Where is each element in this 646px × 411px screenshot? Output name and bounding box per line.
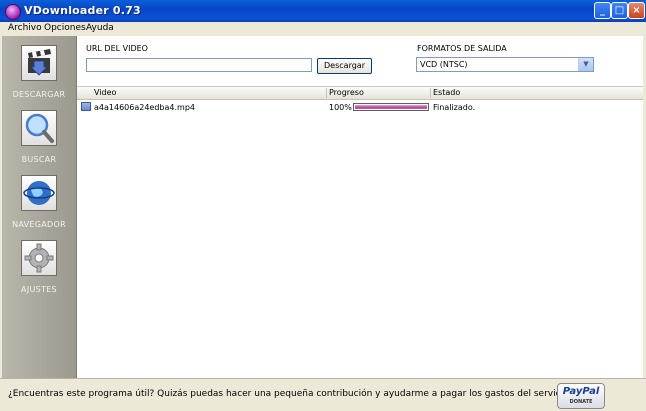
sidebar-item-buscar[interactable]: BUSCAR [2,103,76,167]
menu-bar: Archivo Opciones Ayuda [0,22,646,36]
progress-bar [353,103,429,111]
window-title: VDownloader 0.73 [24,4,141,17]
formats-label: FORMATOS DE SALIDA [417,44,507,53]
sidebar-item-navegador[interactable]: NAVEGADOR [2,168,76,232]
paypal-donate-label: DONATE [569,399,593,405]
column-header-progreso[interactable]: Progreso [329,88,364,97]
menu-archivo[interactable]: Archivo [8,23,42,33]
close-button[interactable]: × [628,2,645,19]
menu-opciones[interactable]: Opciones [44,23,86,33]
progress-percent: 100% [329,103,352,112]
chevron-down-icon[interactable]: ▼ [578,58,593,71]
column-header-estado[interactable]: Estado [433,88,460,97]
table-row[interactable]: a4a14606a24edba4.mp4 100% Finalizado. [77,100,643,114]
minimize-button[interactable]: _ [594,2,611,19]
title-bar[interactable]: VDownloader 0.73 _ □ × [0,0,646,22]
url-input[interactable] [86,58,312,72]
app-logo-icon [5,4,21,20]
video-filename: a4a14606a24edba4.mp4 [94,103,195,112]
sidebar-item-descargar[interactable]: DESCARGAR [2,38,76,102]
main-panel: URL DEL VIDEO Descargar FORMATOS DE SALI… [77,36,643,378]
maximize-button[interactable]: □ [611,2,628,19]
donation-message: ¿Encuentras este programa útil? Quizás p… [8,389,584,399]
progress-fill [355,105,427,109]
clapperboard-download-icon [21,45,57,81]
gear-icon [21,240,57,276]
downloads-table: Video Progreso Estado a4a14606a24edba4.m… [77,86,643,379]
status-text: Finalizado. [433,103,476,112]
sidebar: DESCARGAR BUSCAR NAVEGADOR AJUSTES [2,36,77,378]
status-bar: ¿Encuentras este programa útil? Quizás p… [0,378,646,411]
column-separator[interactable] [430,88,431,98]
sidebar-item-label: AJUSTES [21,285,57,294]
sidebar-item-label: BUSCAR [21,155,57,164]
app-window: VDownloader 0.73 _ □ × Archivo Opciones … [0,0,646,411]
column-separator[interactable] [326,88,327,98]
menu-ayuda[interactable]: Ayuda [86,23,114,33]
output-format-value: VCD (NTSC) [420,60,468,69]
url-label: URL DEL VIDEO [86,44,148,53]
globe-icon [21,175,57,211]
download-button[interactable]: Descargar [317,58,372,74]
paypal-logo: PayPal [562,386,600,397]
sidebar-item-ajustes[interactable]: AJUSTES [2,233,76,297]
video-file-icon [81,102,91,111]
magnifier-icon [21,110,57,146]
paypal-donate-button[interactable]: PayPal DONATE [557,383,605,409]
sidebar-item-label: DESCARGAR [12,90,66,99]
sidebar-item-label: NAVEGADOR [12,220,66,229]
table-header: Video Progreso Estado [77,87,643,100]
output-format-select[interactable]: VCD (NTSC) ▼ [416,57,594,72]
column-header-video[interactable]: Video [94,88,116,97]
